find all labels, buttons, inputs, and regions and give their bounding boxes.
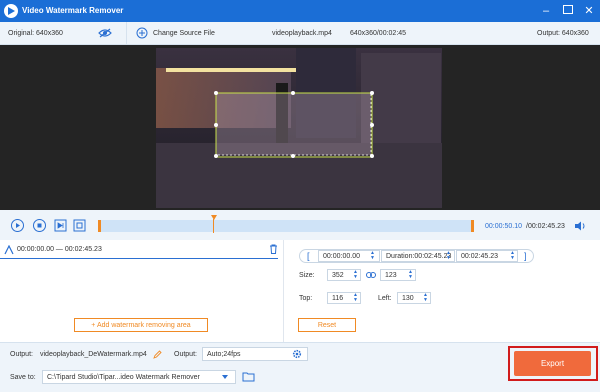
- play-button[interactable]: [11, 219, 24, 232]
- original-resolution: Original: 640x360: [8, 30, 63, 37]
- settings-gear-icon[interactable]: [292, 349, 302, 361]
- top-spinner[interactable]: ▲ ▼: [353, 293, 358, 303]
- add-source-icon[interactable]: [136, 27, 148, 41]
- info-bar: Original: 640x360 Change Source File vid…: [0, 22, 600, 45]
- volume-icon[interactable]: [574, 221, 586, 233]
- left-spinner[interactable]: ▲ ▼: [423, 293, 428, 303]
- folder-icon[interactable]: [242, 371, 255, 384]
- app-logo-icon: [4, 4, 18, 18]
- window-title: Video Watermark Remover: [22, 6, 124, 15]
- size-label: Size:: [299, 272, 315, 279]
- next-frame-icon[interactable]: [54, 219, 67, 234]
- divider: [126, 22, 127, 45]
- save-path-dropdown-icon[interactable]: [222, 375, 228, 379]
- reset-button[interactable]: Reset: [298, 318, 356, 332]
- change-source-button[interactable]: Change Source File: [153, 30, 215, 37]
- end-time-input[interactable]: 00:02:45.23: [456, 250, 518, 262]
- source-meta: 640x360/00:02:45: [350, 30, 407, 37]
- total-time: /00:02:45.23: [526, 223, 565, 230]
- stop-button[interactable]: [33, 219, 46, 232]
- output-label: Output:: [10, 351, 33, 358]
- left-label: Left:: [378, 295, 392, 302]
- export-button[interactable]: Export: [514, 351, 591, 376]
- start-bracket-icon[interactable]: [: [307, 251, 310, 261]
- output-format-label: Output:: [174, 351, 197, 358]
- maximize-button[interactable]: [560, 3, 576, 19]
- delete-icon[interactable]: [269, 244, 278, 256]
- duration-spinner[interactable]: ▲ ▼: [446, 251, 451, 261]
- video-frame: [156, 48, 442, 208]
- loop-icon[interactable]: [73, 219, 86, 234]
- timeline-track[interactable]: [98, 220, 474, 232]
- minimize-button[interactable]: –: [538, 3, 554, 19]
- save-to-label: Save to:: [10, 374, 36, 381]
- playhead-marker[interactable]: [211, 215, 217, 220]
- segment-range: 00:00:00.00 — 00:02:45.23: [17, 246, 102, 253]
- end-bracket-icon[interactable]: ]: [524, 251, 527, 261]
- link-icon[interactable]: [366, 271, 376, 281]
- video-scene: [156, 48, 442, 208]
- source-filename: videoplayback.mp4: [272, 30, 332, 37]
- eye-icon[interactable]: [98, 28, 112, 40]
- edit-icon[interactable]: [153, 350, 162, 361]
- height-spinner[interactable]: ▲ ▼: [408, 270, 413, 280]
- start-spinner[interactable]: ▲ ▼: [370, 251, 375, 261]
- output-filename: videoplayback_DeWatermark.mp4: [40, 351, 147, 358]
- duration-field[interactable]: Duration:00:02:45.23: [381, 250, 455, 262]
- playhead-line: [213, 219, 214, 233]
- width-spinner[interactable]: ▲ ▼: [353, 270, 358, 280]
- title-bar: Video Watermark Remover – ✕: [0, 0, 600, 22]
- add-area-button[interactable]: + Add watermark removing area: [74, 318, 208, 332]
- output-resolution: Output: 640x360: [537, 30, 589, 37]
- close-button[interactable]: ✕: [581, 3, 597, 19]
- segment-icon: [4, 244, 14, 257]
- top-label: Top:: [299, 295, 313, 302]
- end-spinner[interactable]: ▲ ▼: [510, 251, 515, 261]
- save-path-field[interactable]: C:\Tipard Studio\Tipar...ideo Watermark …: [42, 370, 236, 384]
- current-time: 00:00:50.10: [485, 223, 522, 230]
